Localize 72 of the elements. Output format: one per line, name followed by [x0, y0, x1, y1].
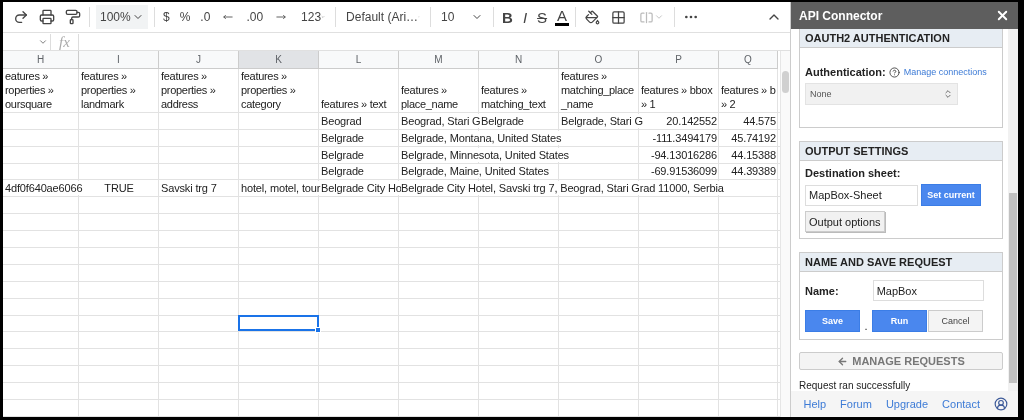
table-cell: features » text	[321, 96, 387, 112]
column-header[interactable]: M	[399, 51, 479, 69]
section-title: OUTPUT SETTINGS	[800, 142, 1002, 161]
selected-cell[interactable]	[238, 314, 319, 332]
table-cell: Belgrade, Montana, United States	[401, 130, 562, 145]
output-options-button[interactable]: Output options	[805, 211, 885, 232]
currency-format-button[interactable]: $	[161, 10, 172, 24]
table-cell: 4df0f640ae6066	[5, 181, 83, 196]
table-cell: Belgrade, Maine, United States	[401, 164, 549, 179]
table-cell: Beograd, Stari G	[401, 113, 481, 128]
table-cell: features » properties » category	[241, 68, 296, 112]
zoom-dropdown[interactable]: 100%	[96, 5, 148, 29]
field-label: Destination sheet:	[805, 167, 902, 179]
panel-title: API Connector	[799, 8, 883, 23]
authentication-select[interactable]: None	[805, 83, 958, 105]
strikethrough-button[interactable]: S	[535, 8, 550, 26]
table-cell: features » properties » landmark	[81, 68, 136, 112]
footer-link[interactable]: Forum	[840, 398, 872, 410]
left-arrow-icon	[837, 355, 849, 367]
column-header[interactable]: I	[79, 51, 159, 69]
table-cell: hotel, motel, tour	[241, 181, 321, 196]
name-field[interactable]: MapBox	[872, 280, 984, 301]
table-cell: Belgrade, Minnesota, United States	[401, 147, 569, 162]
action-button[interactable]: Save	[805, 310, 860, 332]
number-format-dropdown[interactable]: 123	[297, 5, 330, 29]
italic-button[interactable]: I	[520, 8, 530, 26]
table-cell: features » matching_place _name	[561, 68, 634, 112]
table-cell: Belgrade, Stari G	[561, 113, 643, 128]
dot-text: .	[863, 320, 869, 332]
print-icon[interactable]	[37, 7, 57, 27]
table-cell: features » b » 2	[721, 82, 776, 112]
bold-button[interactable]: B	[500, 8, 515, 26]
table-cell: Belgrade City Hotel, Savski trg 7, Beograd, Stari Grad 11000, Serbia	[401, 181, 724, 196]
column-header[interactable]: J	[159, 51, 239, 69]
paint-roller-icon[interactable]	[63, 7, 83, 27]
set-current-button[interactable]: Set current	[921, 184, 981, 206]
column-header[interactable]: L	[319, 51, 399, 69]
column-header[interactable]: N	[479, 51, 559, 69]
field-label: Name:	[805, 284, 839, 297]
column-header[interactable]: P	[639, 51, 719, 69]
destination-sheet-field[interactable]: MapBox-Sheet	[805, 184, 918, 206]
footer-link[interactable]: Upgrade	[885, 398, 929, 410]
table-cell: Belgrade	[321, 164, 364, 179]
table-cell: features » bbox » 1	[641, 82, 713, 112]
increase-decimals-button[interactable]: .00	[244, 10, 266, 24]
section-title: OAUTH2 AUTHENTICATION	[800, 29, 1002, 48]
percent-format-button[interactable]: %	[177, 10, 193, 24]
action-button[interactable]: Run	[872, 310, 927, 332]
column-header[interactable]: K	[239, 51, 319, 69]
manage-connections-link[interactable]: Manage connections	[903, 67, 987, 77]
manage-requests-button[interactable]: MANAGE REQUESTS	[799, 352, 1003, 370]
table-cell: features » matching_text	[481, 82, 546, 112]
text-color-button[interactable]: A	[555, 8, 570, 26]
status-message: Request ran successfully	[799, 380, 912, 391]
column-header[interactable]: O	[559, 51, 639, 69]
font-size-dropdown[interactable]: 10	[437, 5, 488, 29]
table-cell: features » place_name	[401, 82, 458, 112]
action-button[interactable]: Cancel	[928, 310, 983, 332]
footer-link[interactable]: Contact	[942, 398, 980, 410]
footer-link[interactable]: Help	[803, 398, 827, 410]
field-label: Authentication:	[805, 66, 886, 78]
help-icon[interactable]	[888, 66, 901, 78]
table-cell: Belgrade City Ho	[321, 181, 402, 196]
font-dropdown[interactable]: Default (Ari…	[342, 5, 425, 29]
column-header[interactable]: H	[3, 51, 79, 69]
table-cell: features » properties » address	[161, 68, 216, 112]
column-header[interactable]: Q	[719, 51, 778, 69]
decrease-decimals-button[interactable]: .0	[198, 10, 213, 24]
table-cell: Savski trg 7	[161, 181, 217, 196]
section-title: NAME AND SAVE REQUEST	[800, 253, 1002, 272]
table-cell: eatures » roperties » oursquare	[5, 68, 54, 112]
up-down-caret-icon	[943, 89, 953, 99]
